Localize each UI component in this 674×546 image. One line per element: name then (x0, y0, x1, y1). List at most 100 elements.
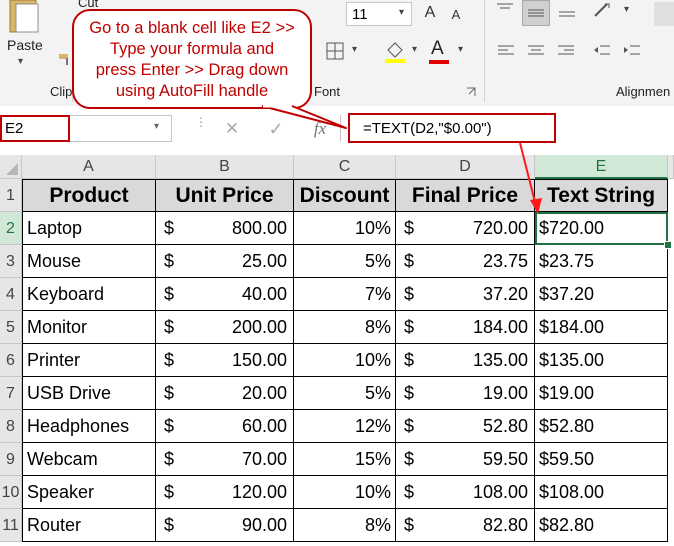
cell-d2[interactable]: $720.00 (396, 212, 535, 245)
insert-function-button[interactable]: fx (305, 116, 335, 142)
chevron-down-icon[interactable]: ▾ (154, 121, 159, 132)
enter-button[interactable]: ✓ (262, 116, 290, 142)
cell-a3[interactable]: Mouse (22, 245, 156, 278)
cell-b7[interactable]: $20.00 (156, 377, 294, 410)
cell-d1[interactable]: Final Price (396, 179, 535, 212)
font-size-dropdown[interactable]: 11 ▾ (346, 2, 412, 26)
align-right-button[interactable] (556, 42, 578, 62)
cell-d10[interactable]: $108.00 (396, 476, 535, 509)
chevron-down-icon[interactable]: ▾ (458, 44, 463, 55)
cell-d8[interactable]: $52.80 (396, 410, 535, 443)
cell-b11[interactable]: $90.00 (156, 509, 294, 542)
column-header-b[interactable]: B (156, 155, 294, 179)
cell-a9[interactable]: Webcam (22, 443, 156, 476)
cell-a11[interactable]: Router (22, 509, 156, 542)
cell-b5[interactable]: $200.00 (156, 311, 294, 344)
cell-e10[interactable]: $108.00 (535, 476, 668, 509)
cell-e11[interactable]: $82.80 (535, 509, 668, 542)
cell-b9[interactable]: $70.00 (156, 443, 294, 476)
column-header-e[interactable]: E (535, 155, 668, 179)
cell-d9[interactable]: $59.50 (396, 443, 535, 476)
format-painter-icon[interactable] (58, 52, 72, 66)
cell-c8[interactable]: 12% (294, 410, 396, 443)
chevron-down-icon[interactable]: ▾ (624, 4, 629, 15)
align-center-button[interactable] (526, 42, 548, 62)
cell-c5[interactable]: 8% (294, 311, 396, 344)
font-color-button[interactable]: A (428, 38, 450, 66)
dialog-launcher-icon[interactable] (466, 84, 476, 96)
align-left-button[interactable] (496, 42, 518, 62)
cell-e6[interactable]: $135.00 (535, 344, 668, 377)
autofill-handle[interactable] (664, 241, 672, 249)
row-header-6[interactable]: 6 (0, 344, 22, 377)
shrink-font-button[interactable]: A (446, 4, 466, 26)
chevron-down-icon[interactable]: ▾ (352, 44, 357, 55)
cell-c6[interactable]: 10% (294, 344, 396, 377)
cell-c11[interactable]: 8% (294, 509, 396, 542)
cell-c7[interactable]: 5% (294, 377, 396, 410)
cancel-button[interactable]: ✕ (218, 116, 246, 142)
orientation-button[interactable] (592, 0, 618, 24)
row-header-11[interactable]: 11 (0, 509, 22, 542)
row-header-8[interactable]: 8 (0, 410, 22, 443)
cell-c3[interactable]: 5% (294, 245, 396, 278)
column-header-f[interactable] (668, 155, 674, 179)
align-top-button[interactable] (494, 0, 518, 24)
select-all-corner[interactable] (0, 155, 22, 179)
selected-cell-e2[interactable]: $720.00 (535, 212, 668, 245)
align-bottom-button[interactable] (556, 0, 580, 24)
row-header-1[interactable]: 1 (0, 179, 22, 212)
cell-e8[interactable]: $52.80 (535, 410, 668, 443)
row-header-5[interactable]: 5 (0, 311, 22, 344)
cell-c10[interactable]: 10% (294, 476, 396, 509)
grow-font-button[interactable]: A (420, 2, 440, 24)
cell-d3[interactable]: $23.75 (396, 245, 535, 278)
cell-b3[interactable]: $25.00 (156, 245, 294, 278)
cell-d6[interactable]: $135.00 (396, 344, 535, 377)
column-header-a[interactable]: A (22, 155, 156, 179)
borders-button[interactable] (326, 42, 346, 62)
cell-c1[interactable]: Discount (294, 179, 396, 212)
cell-a2[interactable]: Laptop (22, 212, 156, 245)
cell-b10[interactable]: $120.00 (156, 476, 294, 509)
cell-a8[interactable]: Headphones (22, 410, 156, 443)
cell-b1[interactable]: Unit Price (156, 179, 294, 212)
cell-a7[interactable]: USB Drive (22, 377, 156, 410)
row-header-9[interactable]: 9 (0, 443, 22, 476)
cell-d4[interactable]: $37.20 (396, 278, 535, 311)
cell-a5[interactable]: Monitor (22, 311, 156, 344)
paste-button[interactable]: Paste ▾ (2, 0, 48, 72)
cell-e7[interactable]: $19.00 (535, 377, 668, 410)
row-header-3[interactable]: 3 (0, 245, 22, 278)
cell-b2[interactable]: $800.00 (156, 212, 294, 245)
decrease-indent-button[interactable] (592, 42, 614, 62)
cell-e9[interactable]: $59.50 (535, 443, 668, 476)
cell-b4[interactable]: $40.00 (156, 278, 294, 311)
cell-a1[interactable]: Product (22, 179, 156, 212)
cell-c2[interactable]: 10% (294, 212, 396, 245)
fill-color-button[interactable] (384, 40, 408, 66)
column-header-d[interactable]: D (396, 155, 535, 179)
chevron-down-icon[interactable]: ▾ (18, 56, 23, 67)
cell-e1[interactable]: Text String (535, 179, 668, 212)
cell-c9[interactable]: 15% (294, 443, 396, 476)
cell-b8[interactable]: $60.00 (156, 410, 294, 443)
align-middle-button[interactable] (522, 0, 550, 26)
row-header-10[interactable]: 10 (0, 476, 22, 509)
cell-d11[interactable]: $82.80 (396, 509, 535, 542)
row-header-7[interactable]: 7 (0, 377, 22, 410)
cell-d5[interactable]: $184.00 (396, 311, 535, 344)
cell-e4[interactable]: $37.20 (535, 278, 668, 311)
cell-d7[interactable]: $19.00 (396, 377, 535, 410)
column-header-c[interactable]: C (294, 155, 396, 179)
chevron-down-icon[interactable]: ▾ (412, 44, 417, 55)
cell-c4[interactable]: 7% (294, 278, 396, 311)
cell-a10[interactable]: Speaker (22, 476, 156, 509)
cell-e5[interactable]: $184.00 (535, 311, 668, 344)
cell-a6[interactable]: Printer (22, 344, 156, 377)
cell-a4[interactable]: Keyboard (22, 278, 156, 311)
row-header-2[interactable]: 2 (0, 212, 22, 245)
row-header-4[interactable]: 4 (0, 278, 22, 311)
increase-indent-button[interactable] (622, 42, 644, 62)
cell-e3[interactable]: $23.75 (535, 245, 668, 278)
